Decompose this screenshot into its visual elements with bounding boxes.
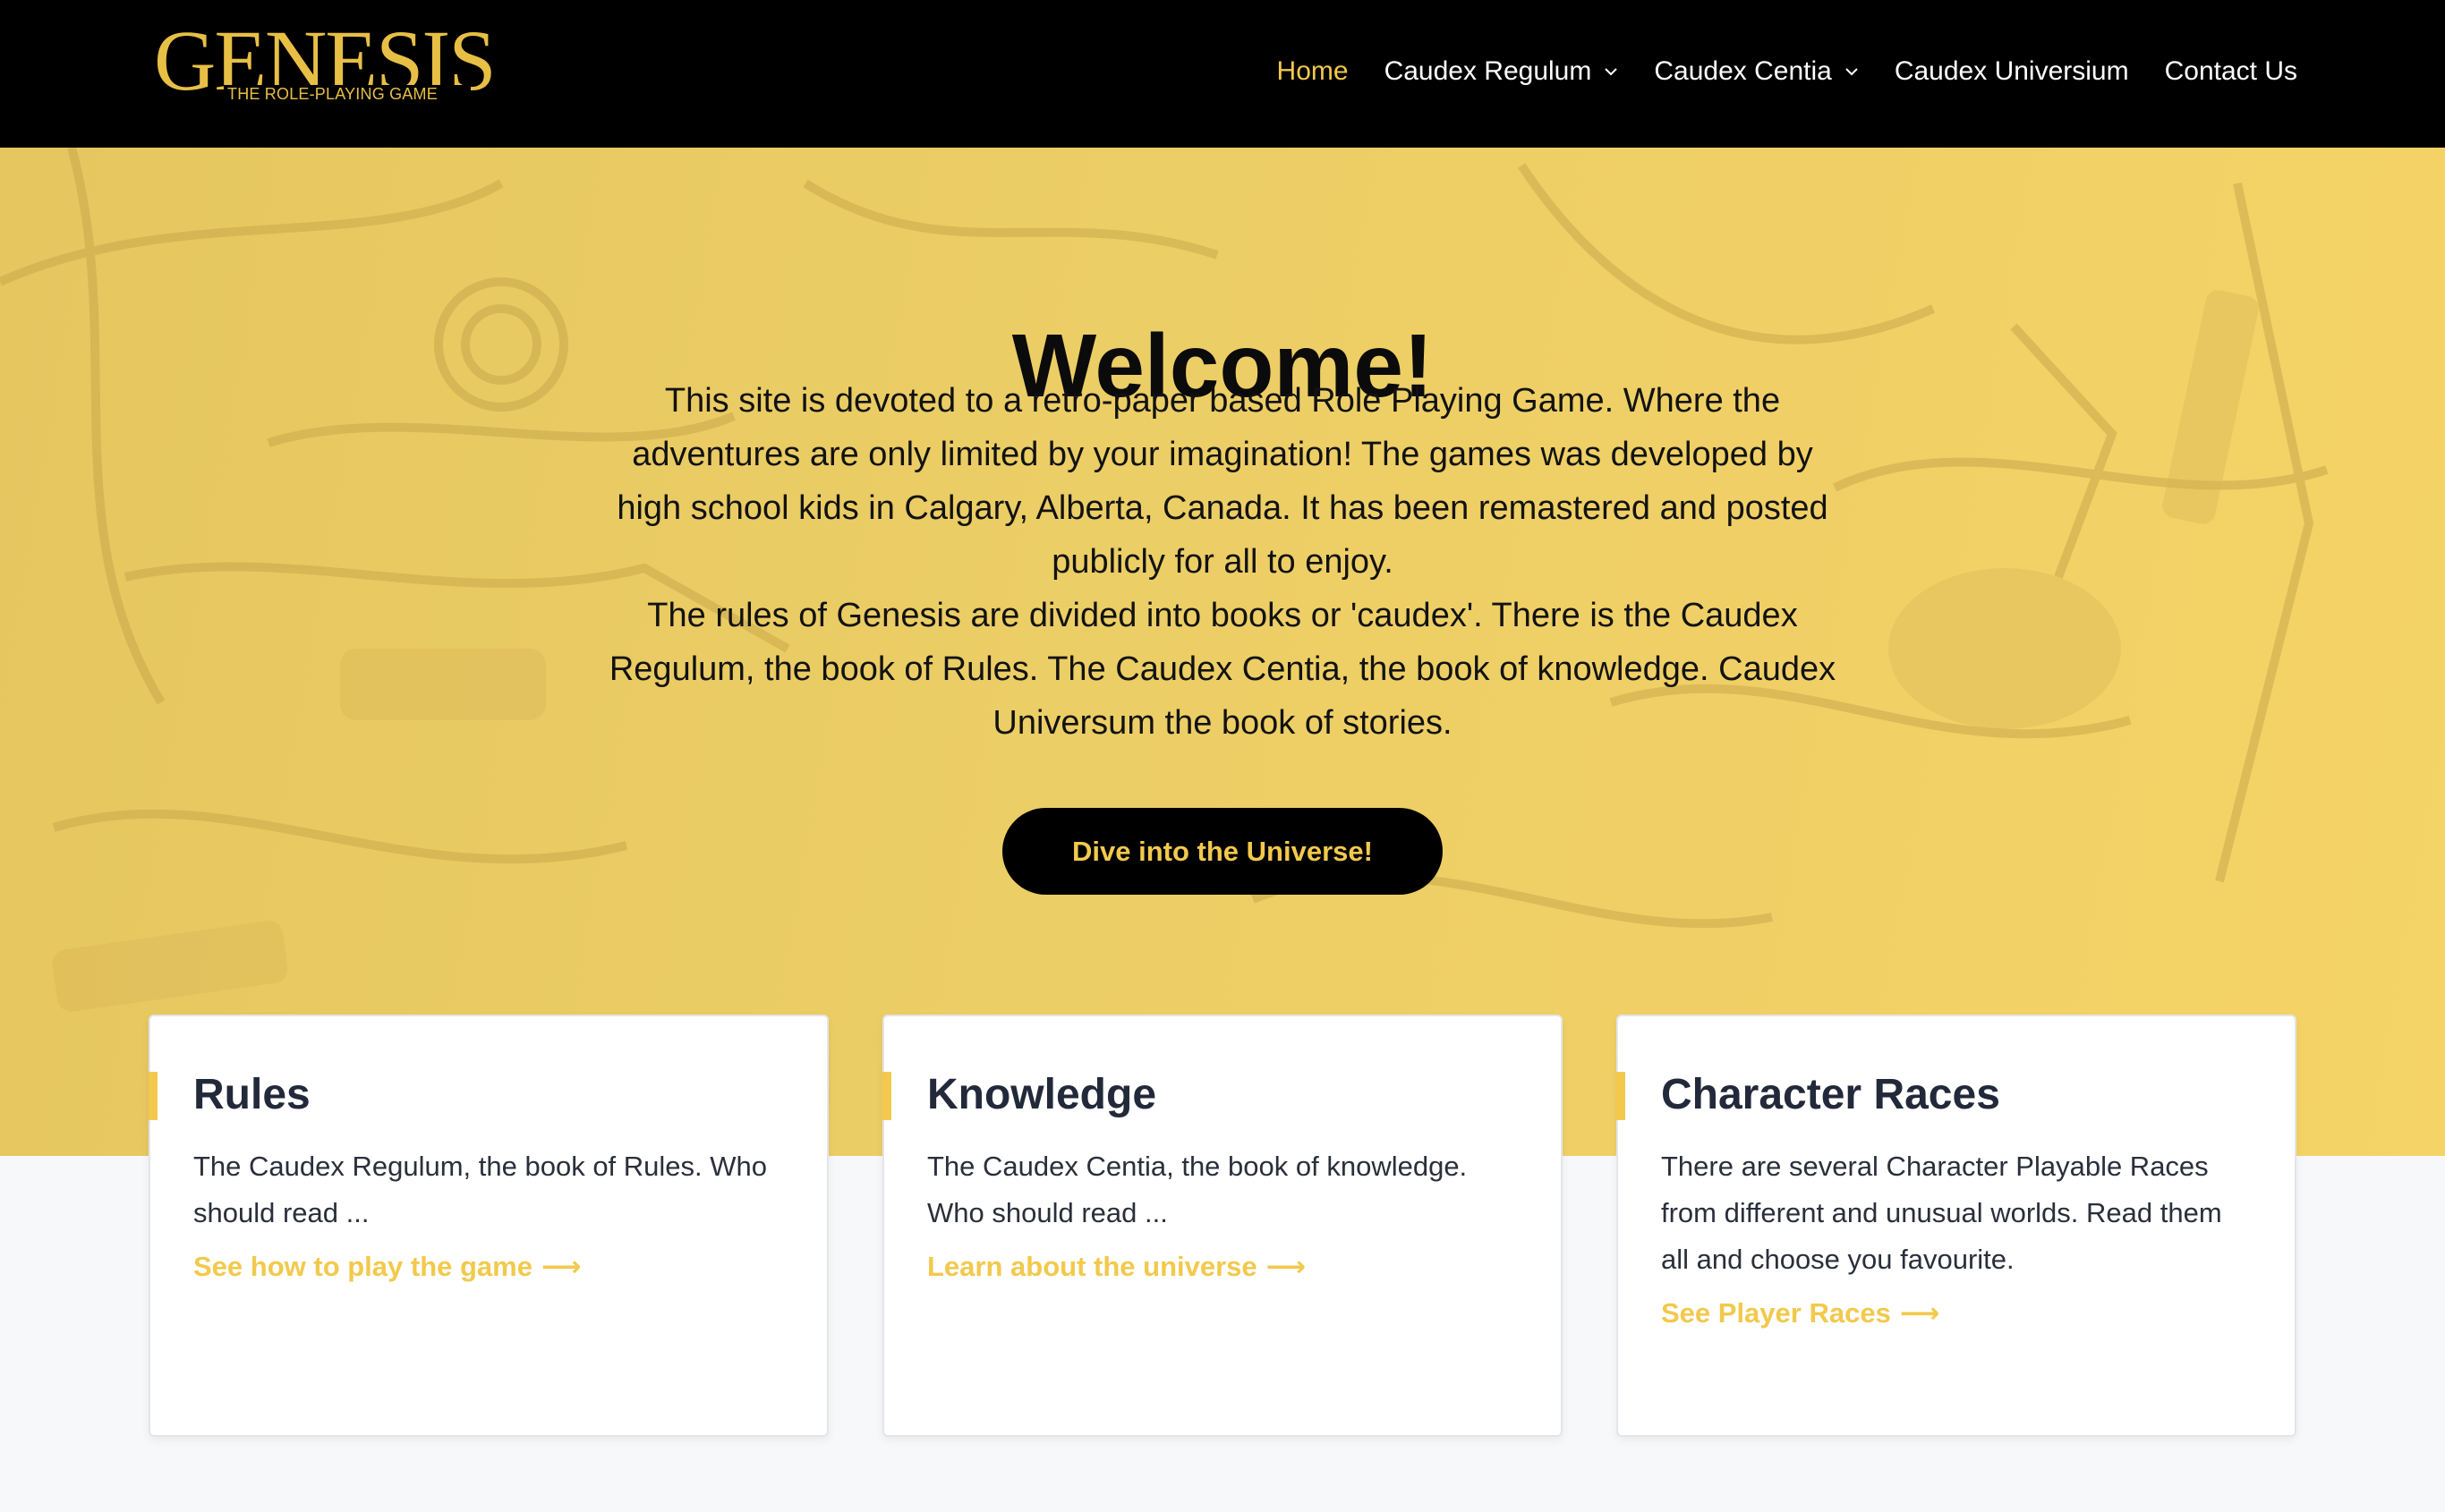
nav-caudex-centia-label: Caudex Centia	[1654, 56, 1832, 86]
hero-banner: Welcome! This site is devoted to a retro…	[0, 148, 2445, 1156]
see-player-races-link[interactable]: See Player Races ⟶	[1661, 1297, 1939, 1329]
nav-caudex-regulum[interactable]: Caudex Regulum	[1384, 56, 1619, 87]
card-accent-bar	[1616, 1072, 1625, 1120]
card-title: Character Races	[1661, 1071, 2000, 1118]
site-header: GENESIS THE ROLE-PLAYING GAME Home Caude…	[0, 0, 2445, 148]
see-how-to-play-link[interactable]: See how to play the game ⟶	[193, 1251, 581, 1283]
arrow-right-icon: ⟶	[1899, 1297, 1940, 1329]
nav-home-label: Home	[1276, 56, 1349, 86]
card-description: The Caudex Regulum, the book of Rules. W…	[193, 1151, 768, 1228]
card-description: There are several Character Playable Rac…	[1661, 1151, 2222, 1275]
nav-caudex-regulum-label: Caudex Regulum	[1384, 56, 1592, 86]
chevron-down-icon	[1845, 68, 1858, 76]
hero-paragraph-intro: This site is devoted to a retro-paper ba…	[617, 382, 1828, 581]
arrow-right-icon: ⟶	[541, 1251, 582, 1282]
learn-about-universe-link[interactable]: Learn about the universe ⟶	[927, 1251, 1306, 1283]
hero-paragraph-caudex: The rules of Genesis are divided into bo…	[609, 597, 1836, 742]
nav-contact-us[interactable]: Contact Us	[2165, 56, 2297, 87]
nav-contact-us-label: Contact Us	[2164, 56, 2297, 86]
nav-caudex-centia[interactable]: Caudex Centia	[1654, 56, 1858, 87]
chevron-down-icon	[1605, 68, 1618, 76]
card-link-label: See Player Races	[1661, 1297, 1891, 1329]
card-title: Rules	[193, 1071, 311, 1118]
main-nav: Home Caudex Regulum Caudex Centia Caudex…	[1241, 0, 2297, 143]
card-accent-bar	[149, 1072, 158, 1120]
card-link-label: See how to play the game	[193, 1251, 532, 1282]
card-title: Knowledge	[927, 1071, 1157, 1118]
card-character-races: Character Races There are several Charac…	[1616, 1015, 2296, 1437]
hero-description: This site is devoted to a retro-paper ba…	[596, 374, 1849, 750]
genesis-logo[interactable]: GENESIS THE ROLE-PLAYING GAME	[154, 18, 497, 111]
arrow-right-icon: ⟶	[1265, 1251, 1307, 1282]
card-rules: Rules The Caudex Regulum, the book of Ru…	[149, 1015, 829, 1437]
card-accent-bar	[882, 1072, 891, 1120]
nav-home[interactable]: Home	[1277, 56, 1349, 87]
card-link-label: Learn about the universe	[927, 1251, 1257, 1282]
nav-caudex-universium-label: Caudex Universium	[1894, 56, 2129, 86]
card-description: The Caudex Centia, the book of knowledge…	[927, 1151, 1468, 1228]
card-knowledge: Knowledge The Caudex Centia, the book of…	[882, 1015, 1563, 1437]
nav-caudex-universium[interactable]: Caudex Universium	[1895, 56, 2129, 87]
logo-tagline: THE ROLE-PLAYING GAME	[224, 85, 471, 103]
dive-into-universe-button[interactable]: Dive into the Universe!	[1002, 808, 1443, 895]
